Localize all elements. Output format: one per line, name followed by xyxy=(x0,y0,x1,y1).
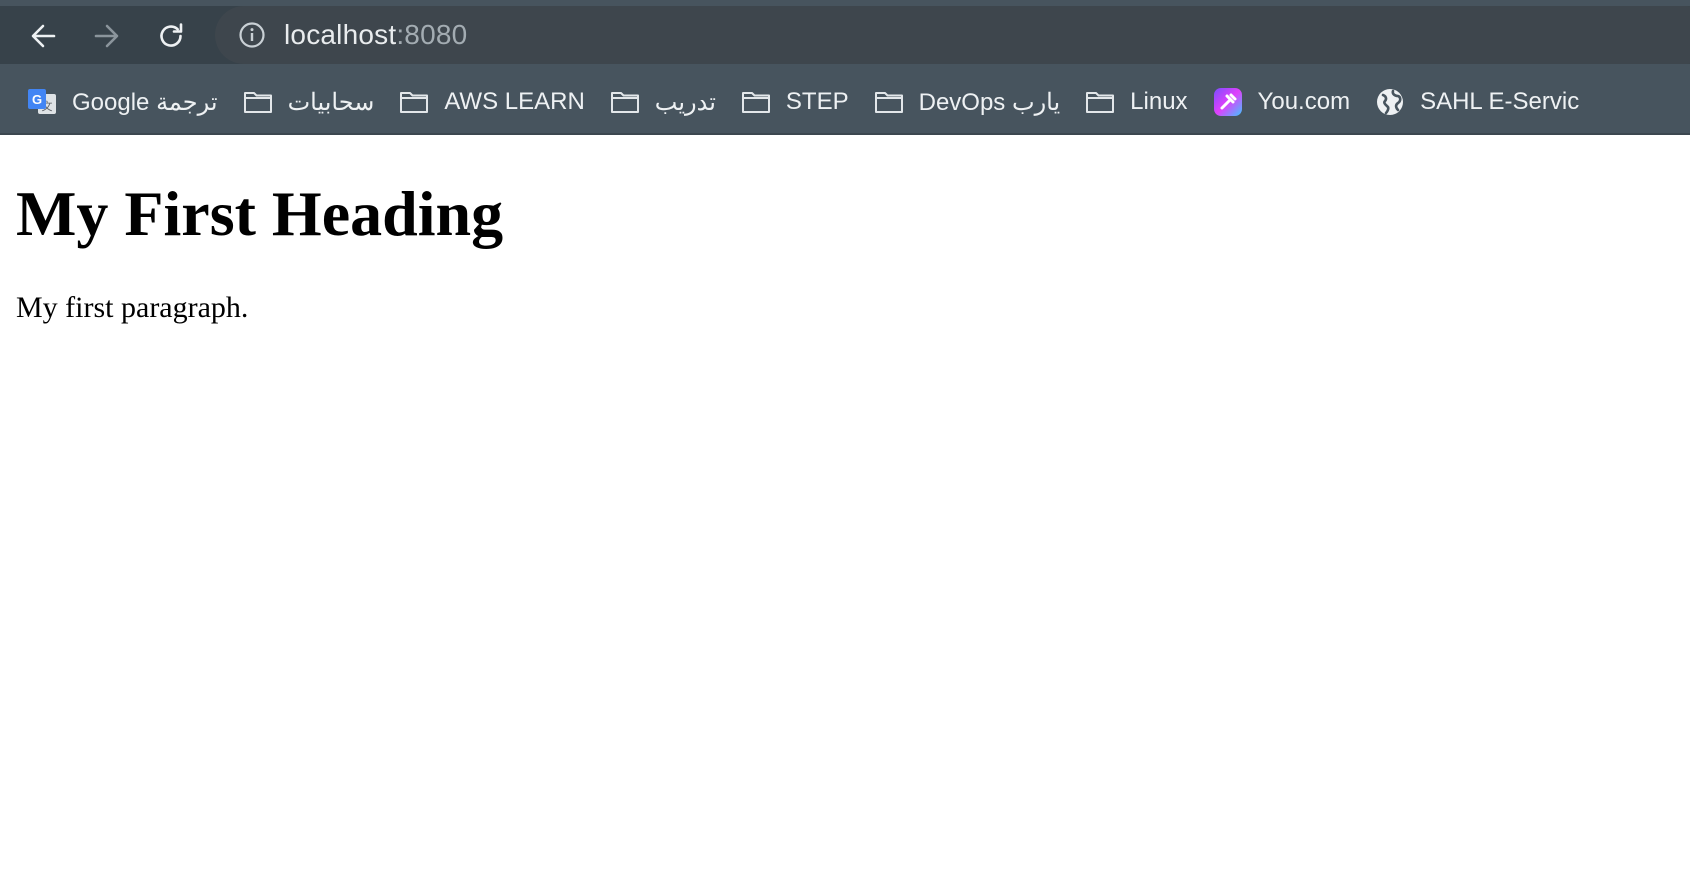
url-text[interactable]: localhost:8080 xyxy=(284,19,467,51)
page-content: My First Heading My first paragraph. xyxy=(0,178,1690,325)
address-bar[interactable]: localhost:8080 xyxy=(215,6,1690,64)
folder-icon xyxy=(873,86,905,118)
page-paragraph: My first paragraph. xyxy=(16,291,249,325)
bookmark-google-translate[interactable]: 文 G Google ترجمة xyxy=(20,80,224,124)
bookmark-folder-linux[interactable]: Linux xyxy=(1078,80,1193,124)
reload-button[interactable] xyxy=(153,18,189,54)
google-translate-icon: 文 G xyxy=(26,86,58,118)
arrow-left-icon xyxy=(31,24,56,48)
folder-icon xyxy=(1084,86,1116,118)
bookmark-label: سحابيات xyxy=(287,88,375,116)
folder-icon xyxy=(740,86,772,118)
bookmark-label: Google ترجمة xyxy=(72,88,218,116)
bookmark-label: STEP xyxy=(785,88,849,115)
folder-icon xyxy=(609,86,641,118)
page-heading: My First Heading xyxy=(16,178,504,249)
svg-text:G: G xyxy=(32,92,42,107)
bookmarks-bar: 文 G Google ترجمة سحابيات AWS LEARN تدريب… xyxy=(0,72,1690,132)
navigation-bar: localhost:8080 xyxy=(0,6,1690,64)
arrow-right-icon xyxy=(94,24,119,48)
bookmark-folder-devops[interactable]: DevOps يارب xyxy=(867,80,1067,124)
you-com-icon xyxy=(1212,86,1244,118)
bookmark-folder-sahabiyat[interactable]: سحابيات xyxy=(236,80,381,124)
browser-chrome: localhost:8080 文 G Google ترجمة سحابيات … xyxy=(0,0,1690,135)
bookmark-you-com[interactable]: You.com xyxy=(1206,80,1357,124)
bookmark-label: Linux xyxy=(1130,88,1188,115)
bookmark-label: SAHL E-Servic xyxy=(1420,88,1580,115)
bookmark-label: تدريب xyxy=(654,88,716,116)
back-button[interactable] xyxy=(25,18,61,54)
folder-icon xyxy=(242,86,274,118)
globe-icon xyxy=(1374,86,1406,118)
forward-button[interactable] xyxy=(89,18,125,54)
bookmark-label: You.com xyxy=(1257,88,1351,115)
bookmark-folder-tadreeb[interactable]: تدريب xyxy=(603,80,722,124)
url-host: localhost xyxy=(284,19,397,50)
bookmark-folder-aws-learn[interactable]: AWS LEARN xyxy=(392,80,590,124)
bookmark-folder-step[interactable]: STEP xyxy=(734,80,855,124)
bookmark-sahl-eservices[interactable]: SAHL E-Servic xyxy=(1368,80,1585,124)
bookmark-label: DevOps يارب xyxy=(918,88,1061,116)
bookmark-label: AWS LEARN xyxy=(444,88,585,115)
site-info-icon[interactable] xyxy=(237,20,267,50)
url-port: :8080 xyxy=(396,19,468,50)
reload-icon xyxy=(160,23,183,47)
folder-icon xyxy=(398,86,430,118)
